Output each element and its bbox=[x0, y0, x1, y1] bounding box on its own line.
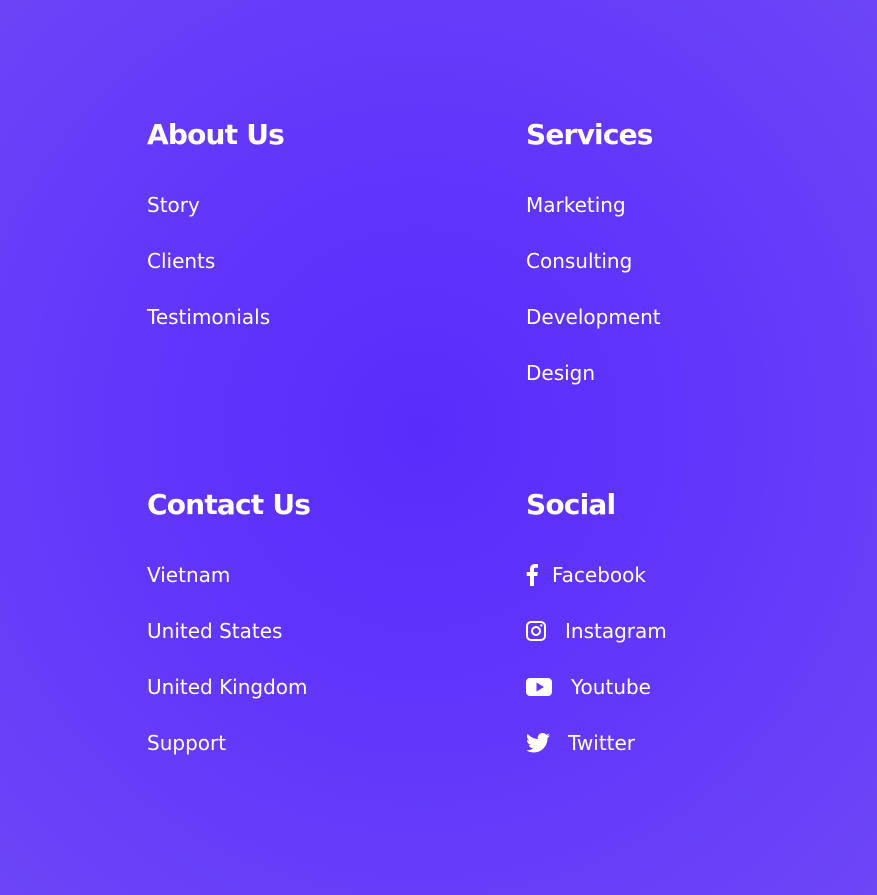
list-item: Youtube bbox=[526, 670, 667, 726]
services-section: Services Marketing Consulting Developmen… bbox=[526, 118, 661, 385]
vietnam-link[interactable]: Vietnam bbox=[147, 558, 230, 592]
instagram-link[interactable]: Instagram bbox=[526, 614, 667, 648]
twitter-link[interactable]: Twitter bbox=[526, 726, 635, 760]
design-link[interactable]: Design bbox=[526, 356, 595, 390]
social-links: Facebook Instagram Youtube Twitter bbox=[526, 558, 667, 782]
list-item: Twitter bbox=[526, 726, 667, 782]
list-item: United Kingdom bbox=[147, 670, 308, 726]
youtube-label: Youtube bbox=[571, 675, 651, 699]
contact-us-links: Vietnam United States United Kingdom Sup… bbox=[147, 558, 308, 782]
list-item: Testimonials bbox=[147, 300, 270, 356]
united-kingdom-link[interactable]: United Kingdom bbox=[147, 670, 308, 704]
twitter-label: Twitter bbox=[568, 731, 636, 755]
about-us-section: About Us Story Clients Testimonials bbox=[147, 118, 285, 329]
instagram-label: Instagram bbox=[565, 619, 667, 643]
marketing-link[interactable]: Marketing bbox=[526, 188, 626, 222]
youtube-link[interactable]: Youtube bbox=[526, 670, 651, 704]
list-item: Consulting bbox=[526, 244, 661, 300]
youtube-icon bbox=[526, 678, 552, 696]
social-section: Social Facebook Instagram Youtube Twitte… bbox=[526, 488, 667, 755]
instagram-icon bbox=[526, 621, 546, 641]
list-item: Development bbox=[526, 300, 661, 356]
list-item: Marketing bbox=[526, 188, 661, 244]
contact-us-heading: Contact Us bbox=[147, 488, 311, 521]
list-item: Facebook bbox=[526, 558, 667, 614]
clients-link[interactable]: Clients bbox=[147, 244, 215, 278]
list-item: United States bbox=[147, 614, 308, 670]
about-us-heading: About Us bbox=[147, 118, 285, 151]
story-link[interactable]: Story bbox=[147, 188, 200, 222]
testimonials-link[interactable]: Testimonials bbox=[147, 300, 270, 334]
development-link[interactable]: Development bbox=[526, 300, 661, 334]
twitter-icon bbox=[526, 733, 550, 753]
facebook-link[interactable]: Facebook bbox=[526, 558, 646, 592]
list-item: Design bbox=[526, 356, 661, 412]
contact-us-section: Contact Us Vietnam United States United … bbox=[147, 488, 311, 755]
facebook-label: Facebook bbox=[552, 563, 646, 587]
list-item: Story bbox=[147, 188, 270, 244]
list-item: Vietnam bbox=[147, 558, 308, 614]
list-item: Support bbox=[147, 726, 308, 782]
about-us-links: Story Clients Testimonials bbox=[147, 188, 270, 356]
facebook-icon bbox=[526, 564, 538, 586]
services-heading: Services bbox=[526, 118, 653, 151]
consulting-link[interactable]: Consulting bbox=[526, 244, 632, 278]
support-link[interactable]: Support bbox=[147, 726, 226, 760]
services-links: Marketing Consulting Development Design bbox=[526, 188, 661, 412]
list-item: Clients bbox=[147, 244, 270, 300]
list-item: Instagram bbox=[526, 614, 667, 670]
social-heading: Social bbox=[526, 488, 616, 521]
united-states-link[interactable]: United States bbox=[147, 614, 282, 648]
